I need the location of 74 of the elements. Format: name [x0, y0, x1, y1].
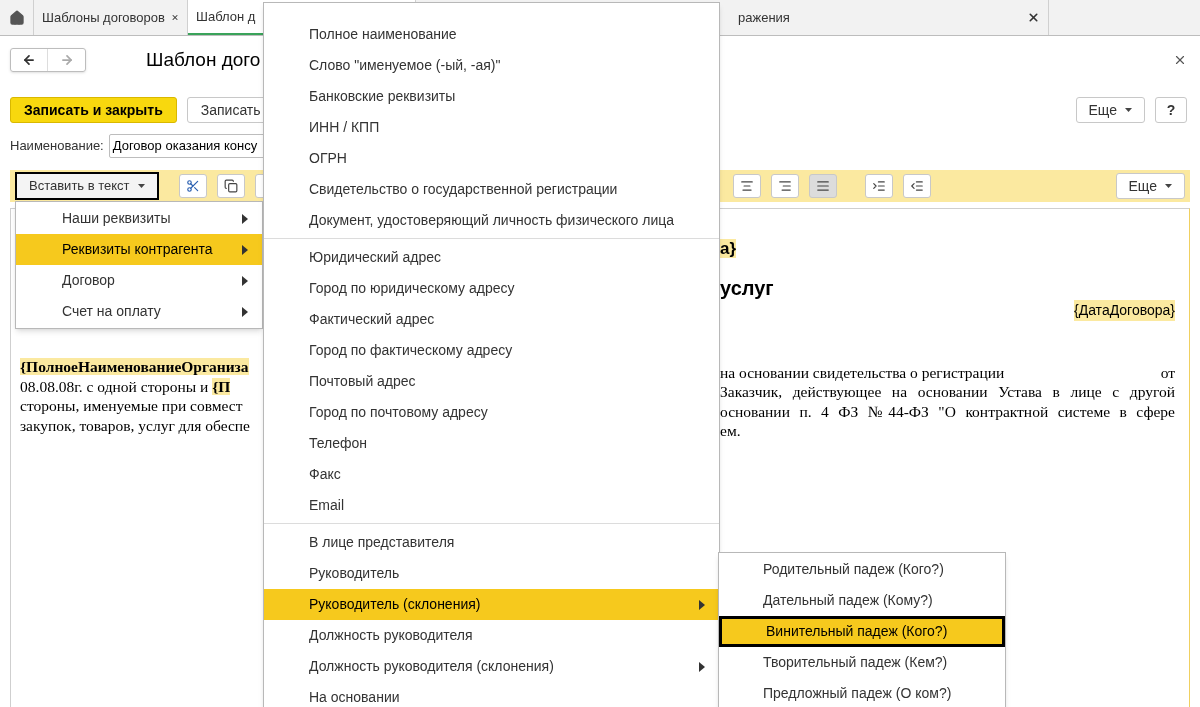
document-text: стороны, именуемые при совмест: [20, 396, 244, 416]
menu-item[interactable]: На основании: [264, 682, 719, 707]
outdent-icon: [909, 179, 924, 193]
caret-icon: [1165, 184, 1172, 188]
close-icon[interactable]: [1027, 11, 1040, 24]
forward-arrow-icon: [59, 53, 74, 67]
indent-icon: [871, 179, 886, 193]
copy-icon: [223, 179, 238, 193]
document-text: от: [1160, 362, 1175, 382]
menu-item[interactable]: Винительный падеж (Кого?): [719, 616, 1005, 647]
menu-item[interactable]: Документ, удостоверяющий личность физического лица: [264, 205, 719, 236]
menu-item[interactable]: Договор: [16, 265, 262, 296]
menu-item[interactable]: Фактический адрес: [264, 304, 719, 335]
home-icon: [8, 9, 25, 26]
document-text: Заказчик, действующее на основании Устава в лице с другой: [720, 382, 1175, 402]
template-field: {ДатаДоговора}: [1074, 299, 1175, 321]
menu-item[interactable]: Город по почтовому адресу: [264, 397, 719, 428]
toolbar-button[interactable]: [864, 174, 893, 198]
document-text: на основании свидетельства о регистрации: [720, 362, 1005, 382]
submenu-arrow-icon: [242, 275, 248, 286]
toolbar-button[interactable]: [732, 174, 761, 198]
menu-item[interactable]: ОГРН: [264, 143, 719, 174]
menu-item[interactable]: Email: [264, 490, 719, 521]
menu-item[interactable]: Руководитель: [264, 558, 719, 589]
align-justify-icon: [815, 179, 830, 193]
menu-item[interactable]: Свидетельство о государственной регистрации: [264, 174, 719, 205]
toolbar-button[interactable]: [770, 174, 799, 198]
align-center-icon: [739, 179, 754, 193]
menu-item[interactable]: В лице представителя: [264, 527, 719, 558]
save-and-close-button[interactable]: Записать и закрыть: [10, 97, 177, 123]
toolbar-button[interactable]: [808, 174, 837, 198]
more-button[interactable]: Еще: [1115, 173, 1185, 199]
document-text: 08.08.08г. с одной стороны и {П: [20, 376, 232, 396]
menu-item[interactable]: Предложный падеж (О ком?): [719, 678, 1005, 707]
submenu-arrow-icon: [242, 213, 248, 224]
toolbar-button[interactable]: [178, 174, 207, 198]
help-button[interactable]: ?: [1155, 97, 1187, 123]
document-text: {ПолноеНаименованиеОрганиза: [20, 357, 250, 377]
menu-item[interactable]: Родительный падеж (Кого?): [719, 554, 1005, 585]
cut-icon: [185, 179, 200, 193]
toolbar-button[interactable]: [902, 174, 931, 198]
menu-item[interactable]: Факс: [264, 459, 719, 490]
document-text: ем.: [720, 421, 741, 441]
submenu-arrow-icon: [242, 244, 248, 255]
caret-icon: [1125, 108, 1132, 112]
menu-item[interactable]: Город по фактическому адресу: [264, 335, 719, 366]
more-button[interactable]: Еще: [1075, 97, 1145, 123]
menu-item[interactable]: Должность руководителя (склонения): [264, 651, 719, 682]
menu-item[interactable]: Дательный падеж (Кому?): [719, 585, 1005, 616]
menu-item[interactable]: Реквизиты контрагента: [16, 234, 262, 265]
caret-icon: [137, 184, 145, 188]
window-title: Шаблон дого: [146, 47, 261, 72]
document-heading: услуг: [720, 275, 774, 300]
template-field: а}: [720, 239, 737, 258]
submenu-arrow-icon: [242, 306, 248, 317]
menu-item[interactable]: Должность руководителя: [264, 620, 719, 651]
align-right-icon: [777, 179, 792, 193]
menu-item[interactable]: Телефон: [264, 428, 719, 459]
close-icon[interactable]: [1173, 53, 1187, 67]
menu-item[interactable]: Наши реквизиты: [16, 203, 262, 234]
submenu-arrow-icon: [699, 599, 705, 610]
menu-item[interactable]: Счет на оплату: [16, 296, 262, 327]
name-label: Наименование:: [10, 137, 104, 156]
menu-item[interactable]: Слово "именуемое (-ый, -ая)": [264, 50, 719, 81]
document-text: основании п. 4 ФЗ №44-ФЗ "О контрактной системе в сфере: [720, 401, 1175, 421]
menu-item[interactable]: Творительный падеж (Кем?): [719, 647, 1005, 678]
menu-item[interactable]: Почтовый адрес: [264, 366, 719, 397]
menu-item[interactable]: Руководитель (склонения): [264, 589, 719, 620]
toolbar-button[interactable]: [216, 174, 245, 198]
menu-item[interactable]: Город по юридическому адресу: [264, 273, 719, 304]
menu-item[interactable]: Юридический адрес: [264, 242, 719, 273]
insert-into-text-button[interactable]: Вставить в текст: [15, 172, 159, 200]
document-text: закупок, товаров, услуг для обеспе: [20, 415, 251, 435]
submenu-arrow-icon: [699, 661, 705, 672]
